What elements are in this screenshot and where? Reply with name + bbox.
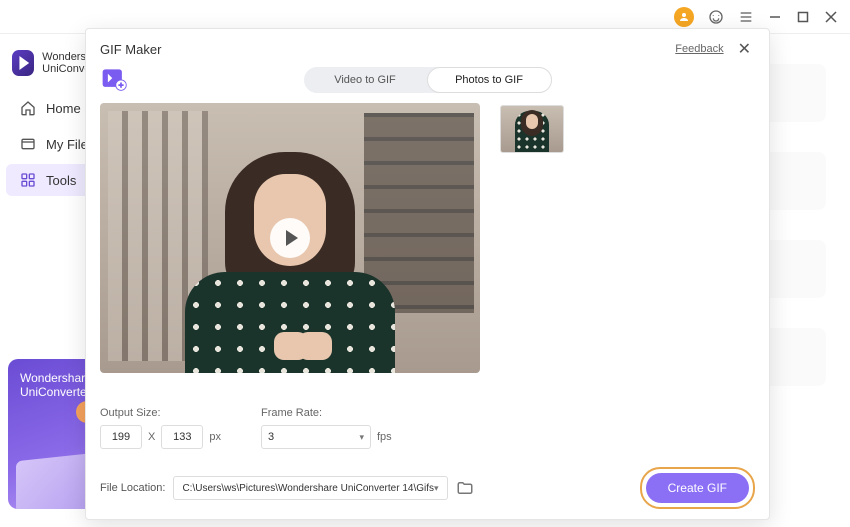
modal-title: GIF Maker	[100, 42, 161, 57]
account-avatar-icon[interactable]	[674, 7, 694, 27]
thumbnail-list	[500, 103, 755, 393]
minimize-button[interactable]	[768, 10, 782, 24]
file-location-select[interactable]: C:\Users\ws\Pictures\Wondershare UniConv…	[173, 476, 447, 500]
mode-segmented-control: Video to GIF Photos to GIF	[304, 67, 552, 93]
sidebar-item-label: Tools	[46, 173, 76, 188]
thumbnail-item[interactable]	[500, 105, 564, 153]
fps-label: fps	[377, 431, 392, 443]
file-location-label: File Location:	[100, 482, 165, 494]
output-size-group: Output Size: X px	[100, 407, 221, 449]
add-media-button[interactable]	[100, 65, 128, 93]
gif-maker-modal: GIF Maker Feedback ✕ Video to GIF Photos…	[85, 28, 770, 520]
height-input[interactable]	[161, 425, 203, 449]
feedback-link[interactable]: Feedback	[675, 43, 723, 55]
home-icon	[20, 100, 36, 116]
open-folder-button[interactable]	[456, 479, 474, 497]
chevron-down-icon: ▾	[359, 432, 364, 443]
frame-rate-group: Frame Rate: 3 ▾ fps	[261, 407, 392, 449]
frame-rate-label: Frame Rate:	[261, 407, 392, 419]
brand-logo-icon	[12, 50, 34, 76]
modal-header: GIF Maker Feedback ✕	[100, 39, 755, 59]
files-icon	[20, 136, 36, 152]
px-label: px	[209, 431, 221, 443]
width-input[interactable]	[100, 425, 142, 449]
play-button[interactable]	[270, 218, 310, 258]
tools-icon	[20, 172, 36, 188]
output-size-label: Output Size:	[100, 407, 221, 419]
tab-photos-to-gif[interactable]: Photos to GIF	[427, 67, 552, 93]
create-gif-button[interactable]: Create GIF	[646, 473, 749, 503]
maximize-button[interactable]	[796, 10, 810, 24]
promo-box-icon	[16, 453, 96, 509]
x-separator: X	[148, 431, 155, 443]
chevron-down-icon: ▾	[434, 483, 439, 494]
preview-panel	[100, 103, 480, 373]
close-button[interactable]	[824, 10, 838, 24]
support-icon[interactable]	[708, 9, 724, 25]
tab-video-to-gif[interactable]: Video to GIF	[304, 67, 427, 93]
close-icon[interactable]: ✕	[734, 39, 755, 59]
frame-rate-select[interactable]: 3 ▾	[261, 425, 371, 449]
menu-icon[interactable]	[738, 9, 754, 25]
create-gif-highlight: Create GIF	[640, 467, 755, 509]
sidebar-item-label: Home	[46, 101, 81, 116]
